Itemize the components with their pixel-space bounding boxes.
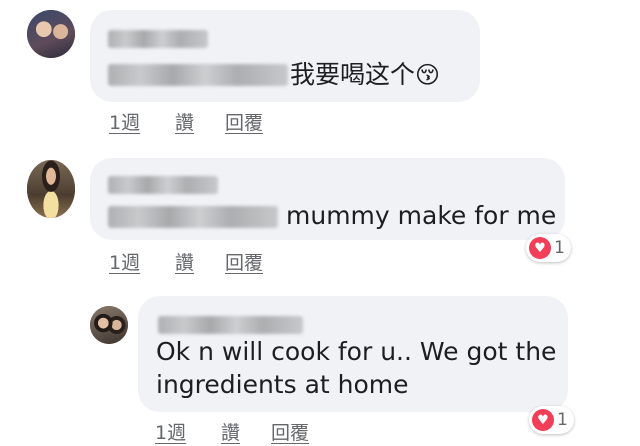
heart-icon: ♥ xyxy=(529,237,551,259)
reaction-count: 1 xyxy=(554,238,565,258)
heart-icon: ♥ xyxy=(532,409,554,431)
comment-text: mummy make for me xyxy=(286,201,557,230)
avatar[interactable] xyxy=(27,10,75,58)
kissing-face-icon: 😚 xyxy=(415,61,441,89)
avatar[interactable] xyxy=(27,160,75,218)
reaction-badge[interactable]: ♥ 1 xyxy=(529,406,574,434)
avatar[interactable] xyxy=(90,306,128,344)
reply-link[interactable]: 回覆 xyxy=(225,108,263,135)
timestamp-link[interactable]: 1週 xyxy=(109,248,140,275)
blurred-author-name xyxy=(108,30,208,48)
reply-link[interactable]: 回覆 xyxy=(225,248,263,275)
timestamp-link[interactable]: 1週 xyxy=(155,418,186,445)
like-link[interactable]: 讚 xyxy=(175,108,194,135)
comment-bubble: mummy make for me xyxy=(90,158,565,240)
comment-bubble: 我要喝这个😚 xyxy=(90,10,480,102)
comment-text: 我要喝这个 xyxy=(290,60,416,89)
blurred-tag xyxy=(108,206,278,228)
like-link[interactable]: 讚 xyxy=(221,418,240,445)
blurred-author-name xyxy=(158,316,303,334)
reaction-count: 1 xyxy=(557,410,568,430)
like-link[interactable]: 讚 xyxy=(175,248,194,275)
comment-bubble: Ok n will cook for u.. We got the ingred… xyxy=(138,296,568,412)
blurred-author-name xyxy=(108,176,218,194)
reaction-badge[interactable]: ♥ 1 xyxy=(526,234,571,262)
reply-link[interactable]: 回覆 xyxy=(271,418,309,445)
comment-text-line-1: Ok n will cook for u.. We got the xyxy=(156,337,557,366)
comment-text-line-2: ingredients at home xyxy=(156,370,409,399)
timestamp-link[interactable]: 1週 xyxy=(109,108,140,135)
blurred-tag xyxy=(108,64,288,86)
